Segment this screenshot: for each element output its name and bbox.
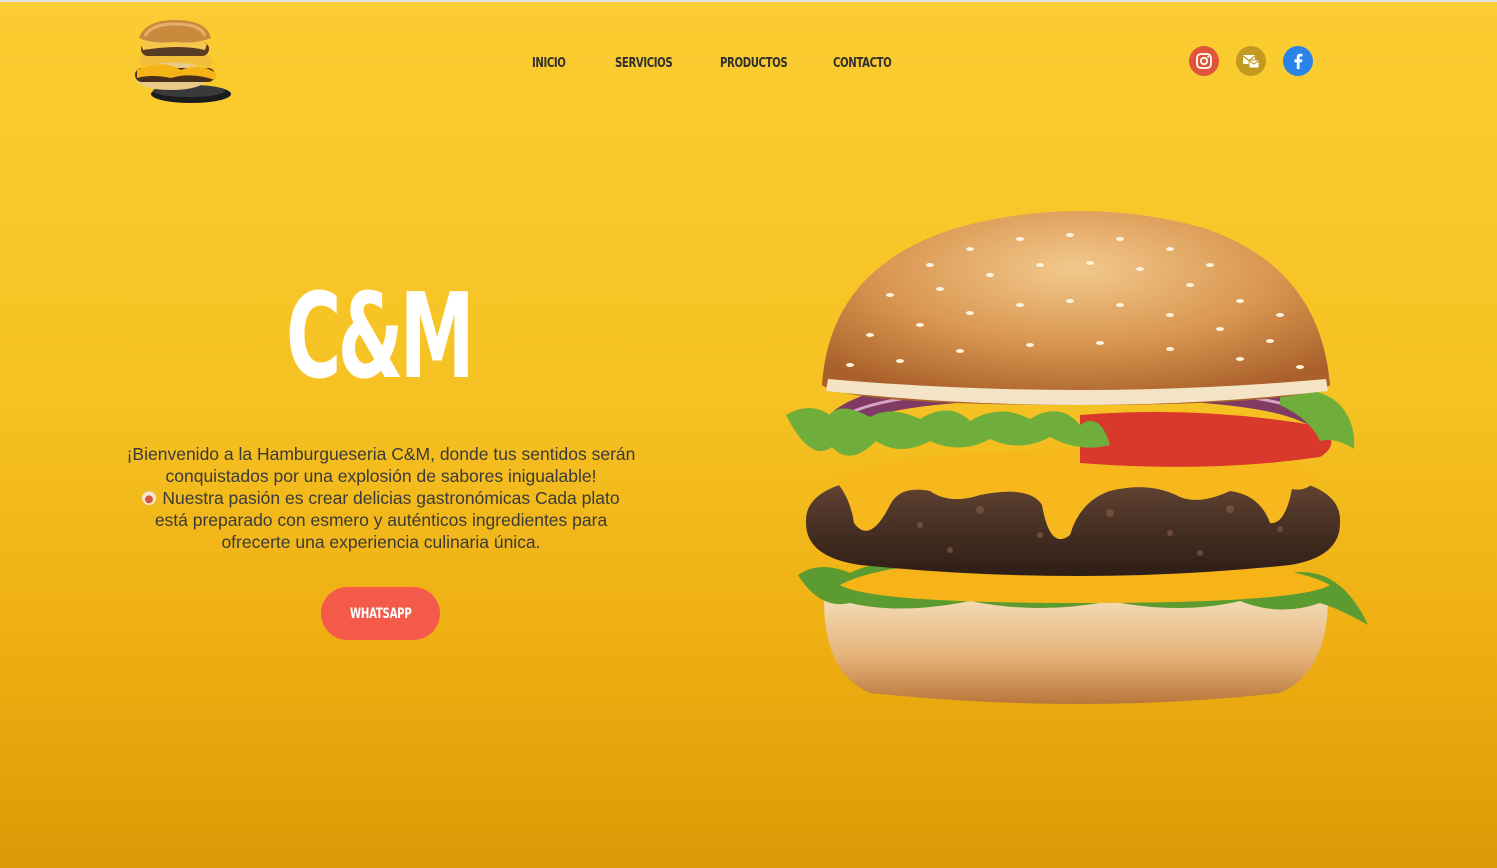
instagram-icon[interactable] [1189,46,1219,76]
main-nav: INICIO SERVICIOS PRODUCTOS CONTACTO [532,54,903,74]
intro-text: ¡Bienvenido a la Hamburgueseria C&M, don… [125,443,637,553]
facebook-icon[interactable] [1283,46,1313,76]
nav-inicio[interactable]: INICIO [532,54,597,74]
whatsapp-button-label: WHATSAPP [349,605,412,622]
top-border [0,0,1497,2]
food-emoji-icon [142,491,157,505]
brand-title: C&M [286,267,475,405]
nav-servicios[interactable]: SERVICIOS [615,54,697,74]
logo-image[interactable] [131,18,231,104]
hero-burger-image [780,205,1372,710]
intro-line-2: Nuestra pasión es crear delicias gastron… [154,488,620,552]
whatsapp-button[interactable]: WHATSAPP [321,587,440,640]
social-links [1189,46,1330,76]
intro-line-1: ¡Bienvenido a la Hamburgueseria C&M, don… [126,444,636,486]
gmail-icon[interactable] [1236,46,1266,76]
nav-productos[interactable]: PRODUCTOS [720,54,808,74]
nav-contacto[interactable]: CONTACTO [833,54,892,74]
